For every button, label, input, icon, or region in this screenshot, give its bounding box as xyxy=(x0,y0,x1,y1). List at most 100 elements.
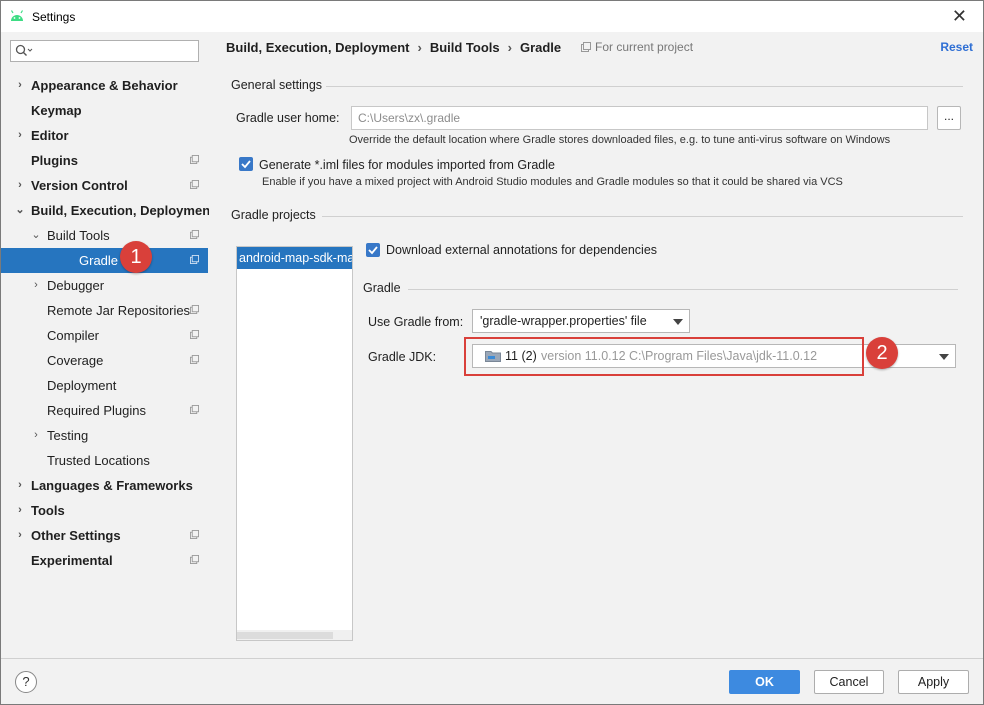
sidebar-item-debugger[interactable]: › Debugger xyxy=(1,273,208,298)
breadcrumb-item-gradle: Gradle xyxy=(519,40,562,55)
gradle-home-label: Gradle user home: xyxy=(236,111,340,125)
browse-button[interactable]: ... xyxy=(937,106,961,130)
use-gradle-from-label: Use Gradle from: xyxy=(368,315,464,329)
sidebar-item-label: Tools xyxy=(31,503,65,518)
project-scope-icon xyxy=(190,405,199,414)
download-annotations-checkbox[interactable] xyxy=(366,243,380,257)
gradle-jdk-label: Gradle JDK: xyxy=(368,350,437,364)
sidebar-item-build-execution-deployment[interactable]: ⌄ Build, Execution, Deployment xyxy=(1,198,214,223)
use-gradle-from-value: 'gradle-wrapper.properties' file xyxy=(480,314,647,328)
sidebar-item-other-settings[interactable]: › Other Settings xyxy=(1,523,208,548)
ok-button[interactable]: OK xyxy=(729,670,800,694)
search-input[interactable] xyxy=(10,40,199,62)
gradle-projects-list[interactable]: android-map-sdk-ma xyxy=(236,246,353,641)
project-scope-icon xyxy=(190,530,199,539)
sidebar-item-gradle[interactable]: Gradle xyxy=(1,248,208,273)
breadcrumb: Build, Execution, Deployment › Build Tools… xyxy=(226,40,561,55)
settings-dialog: Settings ✕ › Appearance & Behavior Keymap ›… xyxy=(0,0,984,705)
sidebar-item-build-tools[interactable]: ⌄ Build Tools xyxy=(1,223,208,248)
gradle-home-hint: Override the default location where Grad… xyxy=(349,134,891,146)
horizontal-scrollbar[interactable] xyxy=(237,630,352,640)
chevron-right-icon[interactable]: › xyxy=(15,73,25,98)
dropdown-arrow-icon xyxy=(939,354,949,360)
sidebar-item-experimental[interactable]: Experimental xyxy=(1,548,208,573)
apply-button[interactable]: Apply xyxy=(898,670,969,694)
chevron-right-icon[interactable]: › xyxy=(31,273,41,298)
project-scope-icon xyxy=(190,555,199,564)
sidebar-item-remote-jar-repositories[interactable]: Remote Jar Repositories xyxy=(1,298,208,323)
sidebar-item-trusted-locations[interactable]: Trusted Locations xyxy=(1,448,208,473)
generate-iml-checkbox[interactable] xyxy=(239,157,253,171)
divider xyxy=(326,86,963,87)
list-item[interactable]: android-map-sdk-ma xyxy=(237,247,352,269)
sidebar-item-label: Version Control xyxy=(31,178,128,193)
chevron-right-icon[interactable]: › xyxy=(15,473,25,498)
sidebar-item-label: Deployment xyxy=(47,378,117,393)
sidebar-item-label: Languages & Frameworks xyxy=(31,478,193,493)
sidebar-item-label: Keymap xyxy=(31,103,82,118)
sidebar-item-plugins[interactable]: Plugins xyxy=(1,148,208,173)
window-title: Settings xyxy=(32,10,76,24)
sidebar-item-required-plugins[interactable]: Required Plugins xyxy=(1,398,208,423)
sidebar-item-languages-frameworks[interactable]: › Languages & Frameworks xyxy=(1,473,208,498)
checkmark-icon xyxy=(368,246,378,255)
gradle-home-field[interactable]: C:\Users\zx\.gradle xyxy=(351,106,928,130)
breadcrumb-separator-icon: › xyxy=(507,40,512,55)
breadcrumb-separator-icon: › xyxy=(417,40,422,55)
sidebar-item-version-control[interactable]: › Version Control xyxy=(1,173,208,198)
for-current-project: For current project xyxy=(581,40,693,54)
sidebar-item-label: Coverage xyxy=(47,353,104,368)
divider xyxy=(322,216,963,217)
sidebar-item-keymap[interactable]: Keymap xyxy=(1,98,208,123)
cancel-button[interactable]: Cancel xyxy=(814,670,884,694)
gradle-projects-heading: Gradle projects xyxy=(231,208,316,222)
sidebar-item-label: Editor xyxy=(31,128,69,143)
highlight-box xyxy=(464,337,864,376)
settings-sidebar: › Appearance & Behavior Keymap › Editor Plugi… xyxy=(1,32,214,658)
checkmark-icon xyxy=(241,160,251,169)
use-gradle-from-select[interactable]: 'gradle-wrapper.properties' file xyxy=(472,309,690,333)
download-annotations-label: Download external annotations for depend… xyxy=(386,243,658,257)
sidebar-item-compiler[interactable]: Compiler xyxy=(1,323,208,348)
gradle-heading: Gradle xyxy=(363,281,401,295)
general-settings-heading: General settings xyxy=(231,78,323,92)
scrollbar-thumb[interactable] xyxy=(237,632,333,639)
sidebar-item-label: Build, Execution, Deployment xyxy=(31,203,215,218)
project-scope-icon xyxy=(190,330,199,339)
chevron-right-icon[interactable]: › xyxy=(15,498,25,523)
sidebar-item-label: Build Tools xyxy=(47,228,110,243)
annotation-badge-1: 1 xyxy=(120,241,152,273)
sidebar-item-label: Plugins xyxy=(31,153,78,168)
for-current-project-label: For current project xyxy=(595,40,694,54)
project-scope-icon xyxy=(190,255,199,264)
sidebar-item-coverage[interactable]: Coverage xyxy=(1,348,208,373)
chevron-right-icon[interactable]: › xyxy=(15,523,25,548)
chevron-down-icon[interactable]: ⌄ xyxy=(15,198,25,223)
dialog-footer: ? OK Cancel Apply xyxy=(1,658,983,704)
project-scope-icon xyxy=(190,355,199,364)
annotation-badge-2: 2 xyxy=(866,337,898,369)
sidebar-item-label: Compiler xyxy=(47,328,100,343)
chevron-right-icon[interactable]: › xyxy=(31,423,41,448)
sidebar-item-label: Experimental xyxy=(31,553,113,568)
project-scope-icon xyxy=(581,42,591,52)
sidebar-item-label: Other Settings xyxy=(31,528,121,543)
chevron-right-icon[interactable]: › xyxy=(15,173,25,198)
sidebar-item-editor[interactable]: › Editor xyxy=(1,123,208,148)
sidebar-item-label: Trusted Locations xyxy=(47,453,150,468)
reset-link[interactable]: Reset xyxy=(940,40,973,54)
sidebar-item-label: Gradle xyxy=(79,253,119,268)
help-icon[interactable]: ? xyxy=(15,671,37,693)
project-scope-icon xyxy=(190,180,199,189)
sidebar-item-appearance-behavior[interactable]: › Appearance & Behavior xyxy=(1,73,208,98)
sidebar-item-testing[interactable]: › Testing xyxy=(1,423,208,448)
chevron-down-icon[interactable]: ⌄ xyxy=(31,223,41,248)
sidebar-item-label: Required Plugins xyxy=(47,403,147,418)
sidebar-item-tools[interactable]: › Tools xyxy=(1,498,208,523)
sidebar-item-label: Testing xyxy=(47,428,89,443)
sidebar-item-deployment[interactable]: Deployment xyxy=(1,373,208,398)
project-scope-icon xyxy=(190,305,199,314)
generate-iml-label: Generate *.iml files for modules importe… xyxy=(259,158,555,172)
chevron-right-icon[interactable]: › xyxy=(15,123,25,148)
close-icon[interactable]: ✕ xyxy=(952,6,967,27)
